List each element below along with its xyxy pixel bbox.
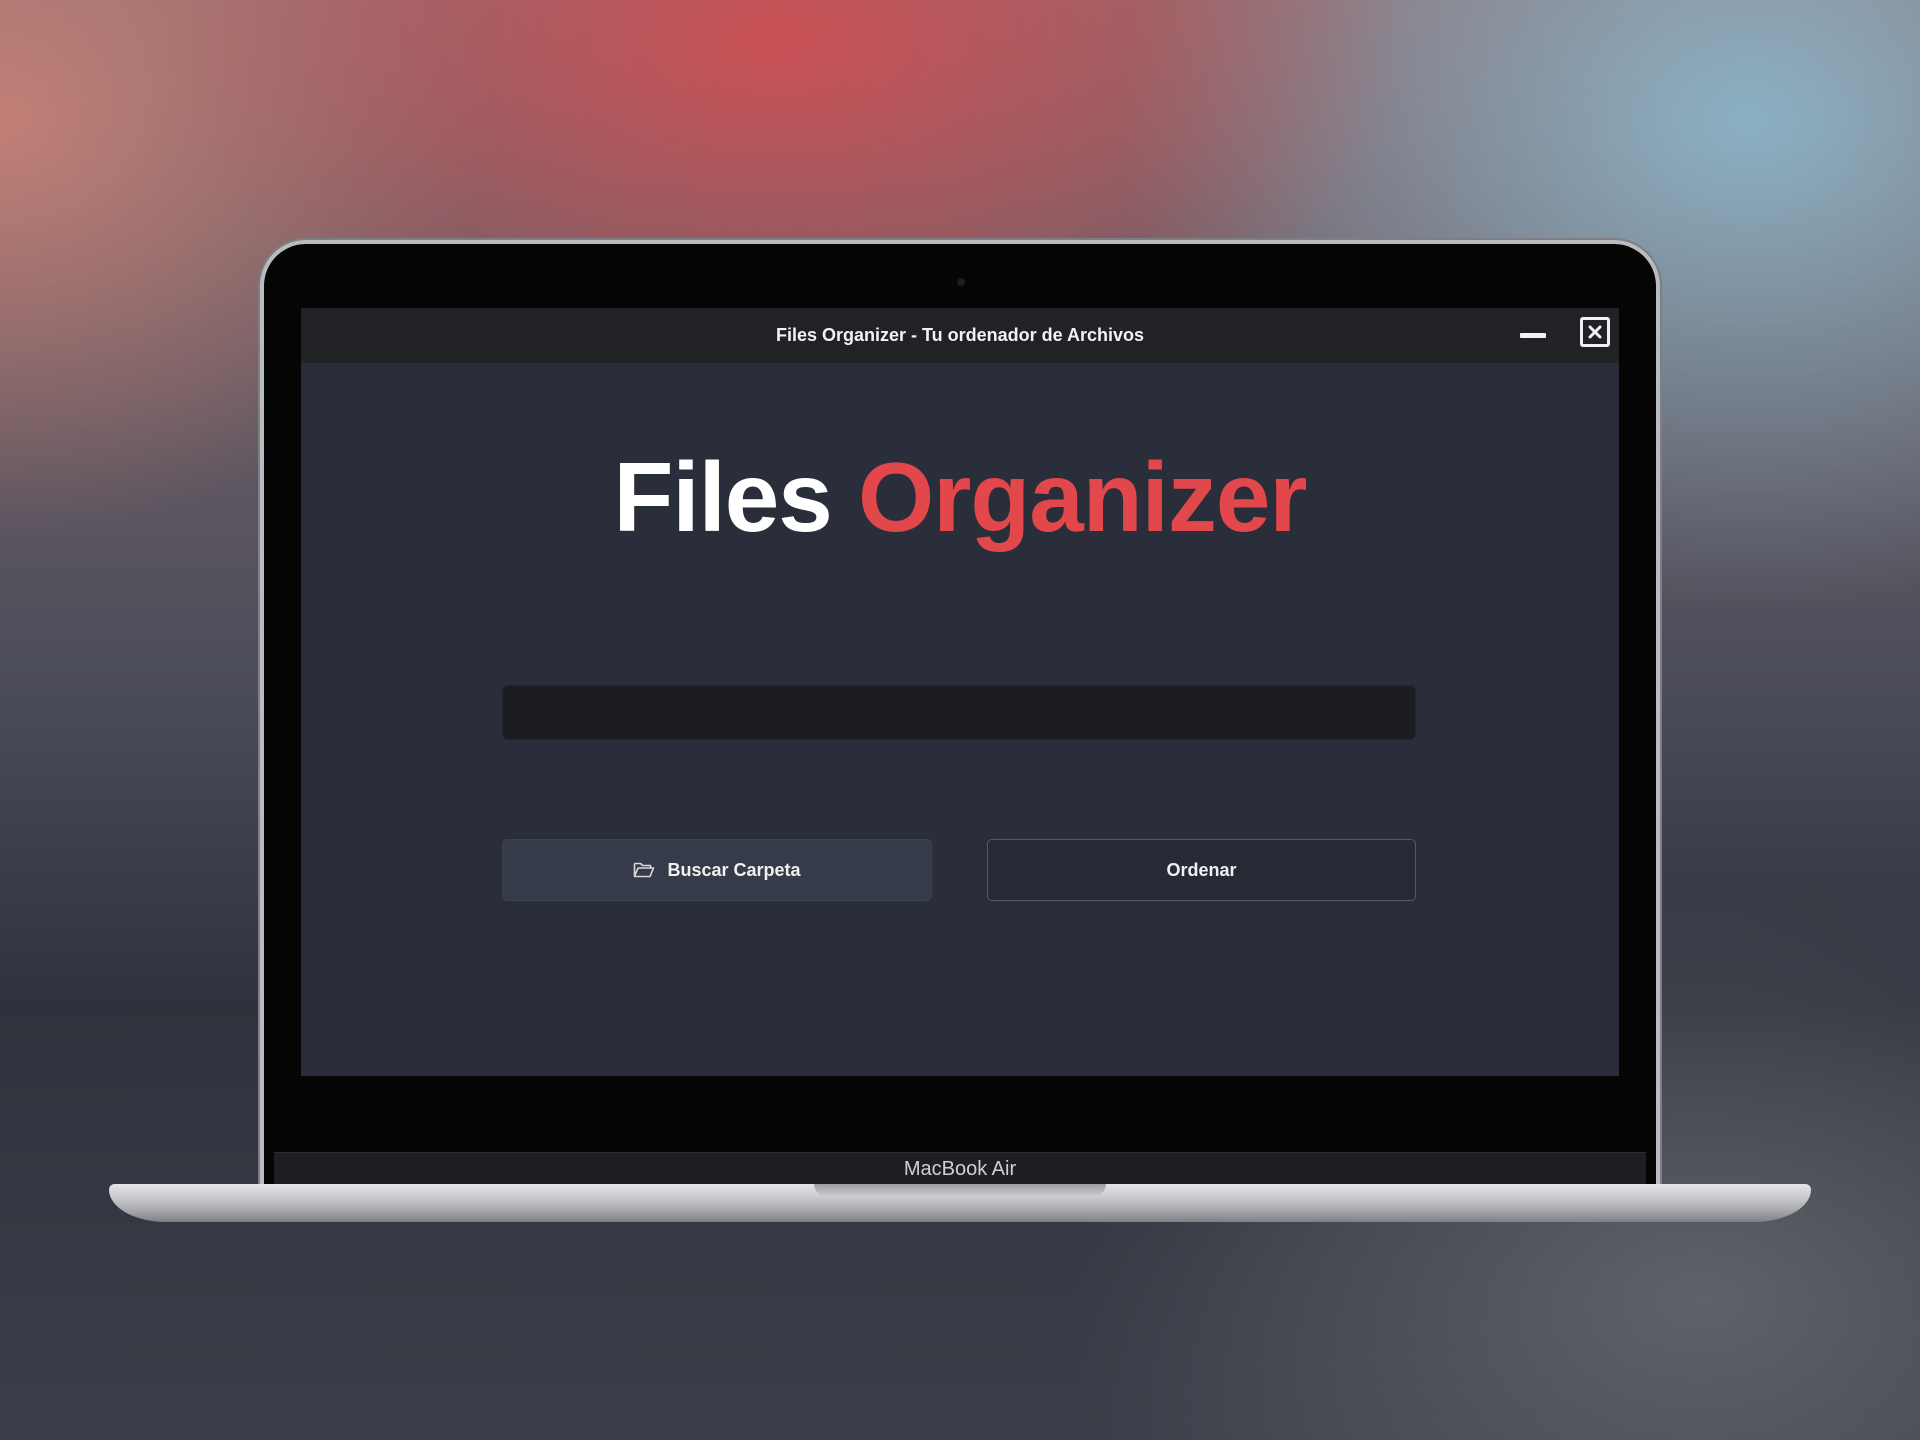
sort-label: Ordenar xyxy=(1166,859,1237,880)
device-model-label: MacBook Air xyxy=(903,1158,1017,1180)
sort-button[interactable]: Ordenar xyxy=(987,839,1416,901)
heading-accent: Organizer xyxy=(858,442,1307,552)
app-heading: Files Organizer xyxy=(301,448,1619,546)
camera xyxy=(957,278,965,286)
hinge-notch xyxy=(814,1184,1106,1196)
browse-folder-button[interactable]: Buscar Carpeta xyxy=(502,839,932,901)
bottom-bezel: MacBook Air xyxy=(274,1152,1646,1185)
close-button[interactable] xyxy=(1580,317,1610,347)
window-title: Files Organizer - Tu ordenador de Archiv… xyxy=(775,325,1145,345)
app-window: Files Organizer - Tu ordenador de Archiv… xyxy=(301,308,1619,1076)
minimize-icon xyxy=(1520,333,1546,338)
heading-primary: Files xyxy=(613,442,832,552)
laptop-lid: Files Organizer - Tu ordenador de Archiv… xyxy=(264,244,1656,1185)
folder-open-icon xyxy=(634,862,655,878)
laptop-base xyxy=(109,1184,1811,1222)
minimize-button[interactable] xyxy=(1516,324,1550,348)
browse-folder-label: Buscar Carpeta xyxy=(667,859,801,880)
folder-path-input[interactable] xyxy=(502,685,1416,740)
close-icon xyxy=(1588,325,1602,339)
title-bar: Files Organizer - Tu ordenador de Archiv… xyxy=(301,308,1619,363)
